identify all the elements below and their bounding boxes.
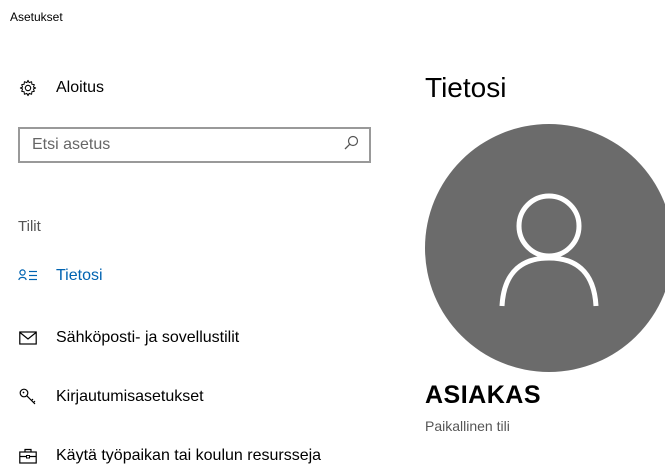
account-type: Paikallinen tili [425,418,510,434]
sidebar-item-label: Tietosi [56,267,103,284]
sidebar-item-label: Käytä työpaikan tai koulun resursseja [56,447,322,464]
gear-icon [18,78,38,98]
briefcase-icon [18,446,38,466]
window-title: Asetukset [10,10,63,24]
page-title: Tietosi [425,72,507,103]
search-box[interactable] [18,127,371,163]
sidebar-item-your-info[interactable]: Tietosi [18,266,103,286]
key-icon [18,387,38,407]
person-list-icon [18,266,38,286]
home-nav-item[interactable]: Aloitus [18,78,104,98]
mail-icon [18,328,38,348]
sidebar-item-label: Sähköposti- ja sovellustilit [56,329,240,346]
search-icon[interactable] [343,135,359,156]
sidebar-item-email-accounts[interactable]: Sähköposti- ja sovellustilit [18,328,239,348]
sidebar-item-label: Kirjautumisasetukset [56,388,204,405]
home-label: Aloitus [56,79,105,96]
section-title-accounts: Tilit [18,218,41,235]
sidebar-item-work-school[interactable]: Käytä työpaikan tai koulun resursseja [18,446,321,466]
user-silhouette-icon [499,193,599,307]
avatar [425,124,665,372]
sidebar-item-sign-in-options[interactable]: Kirjautumisasetukset [18,387,204,407]
search-input[interactable] [32,136,343,154]
user-name: ASIAKAS [425,381,542,409]
